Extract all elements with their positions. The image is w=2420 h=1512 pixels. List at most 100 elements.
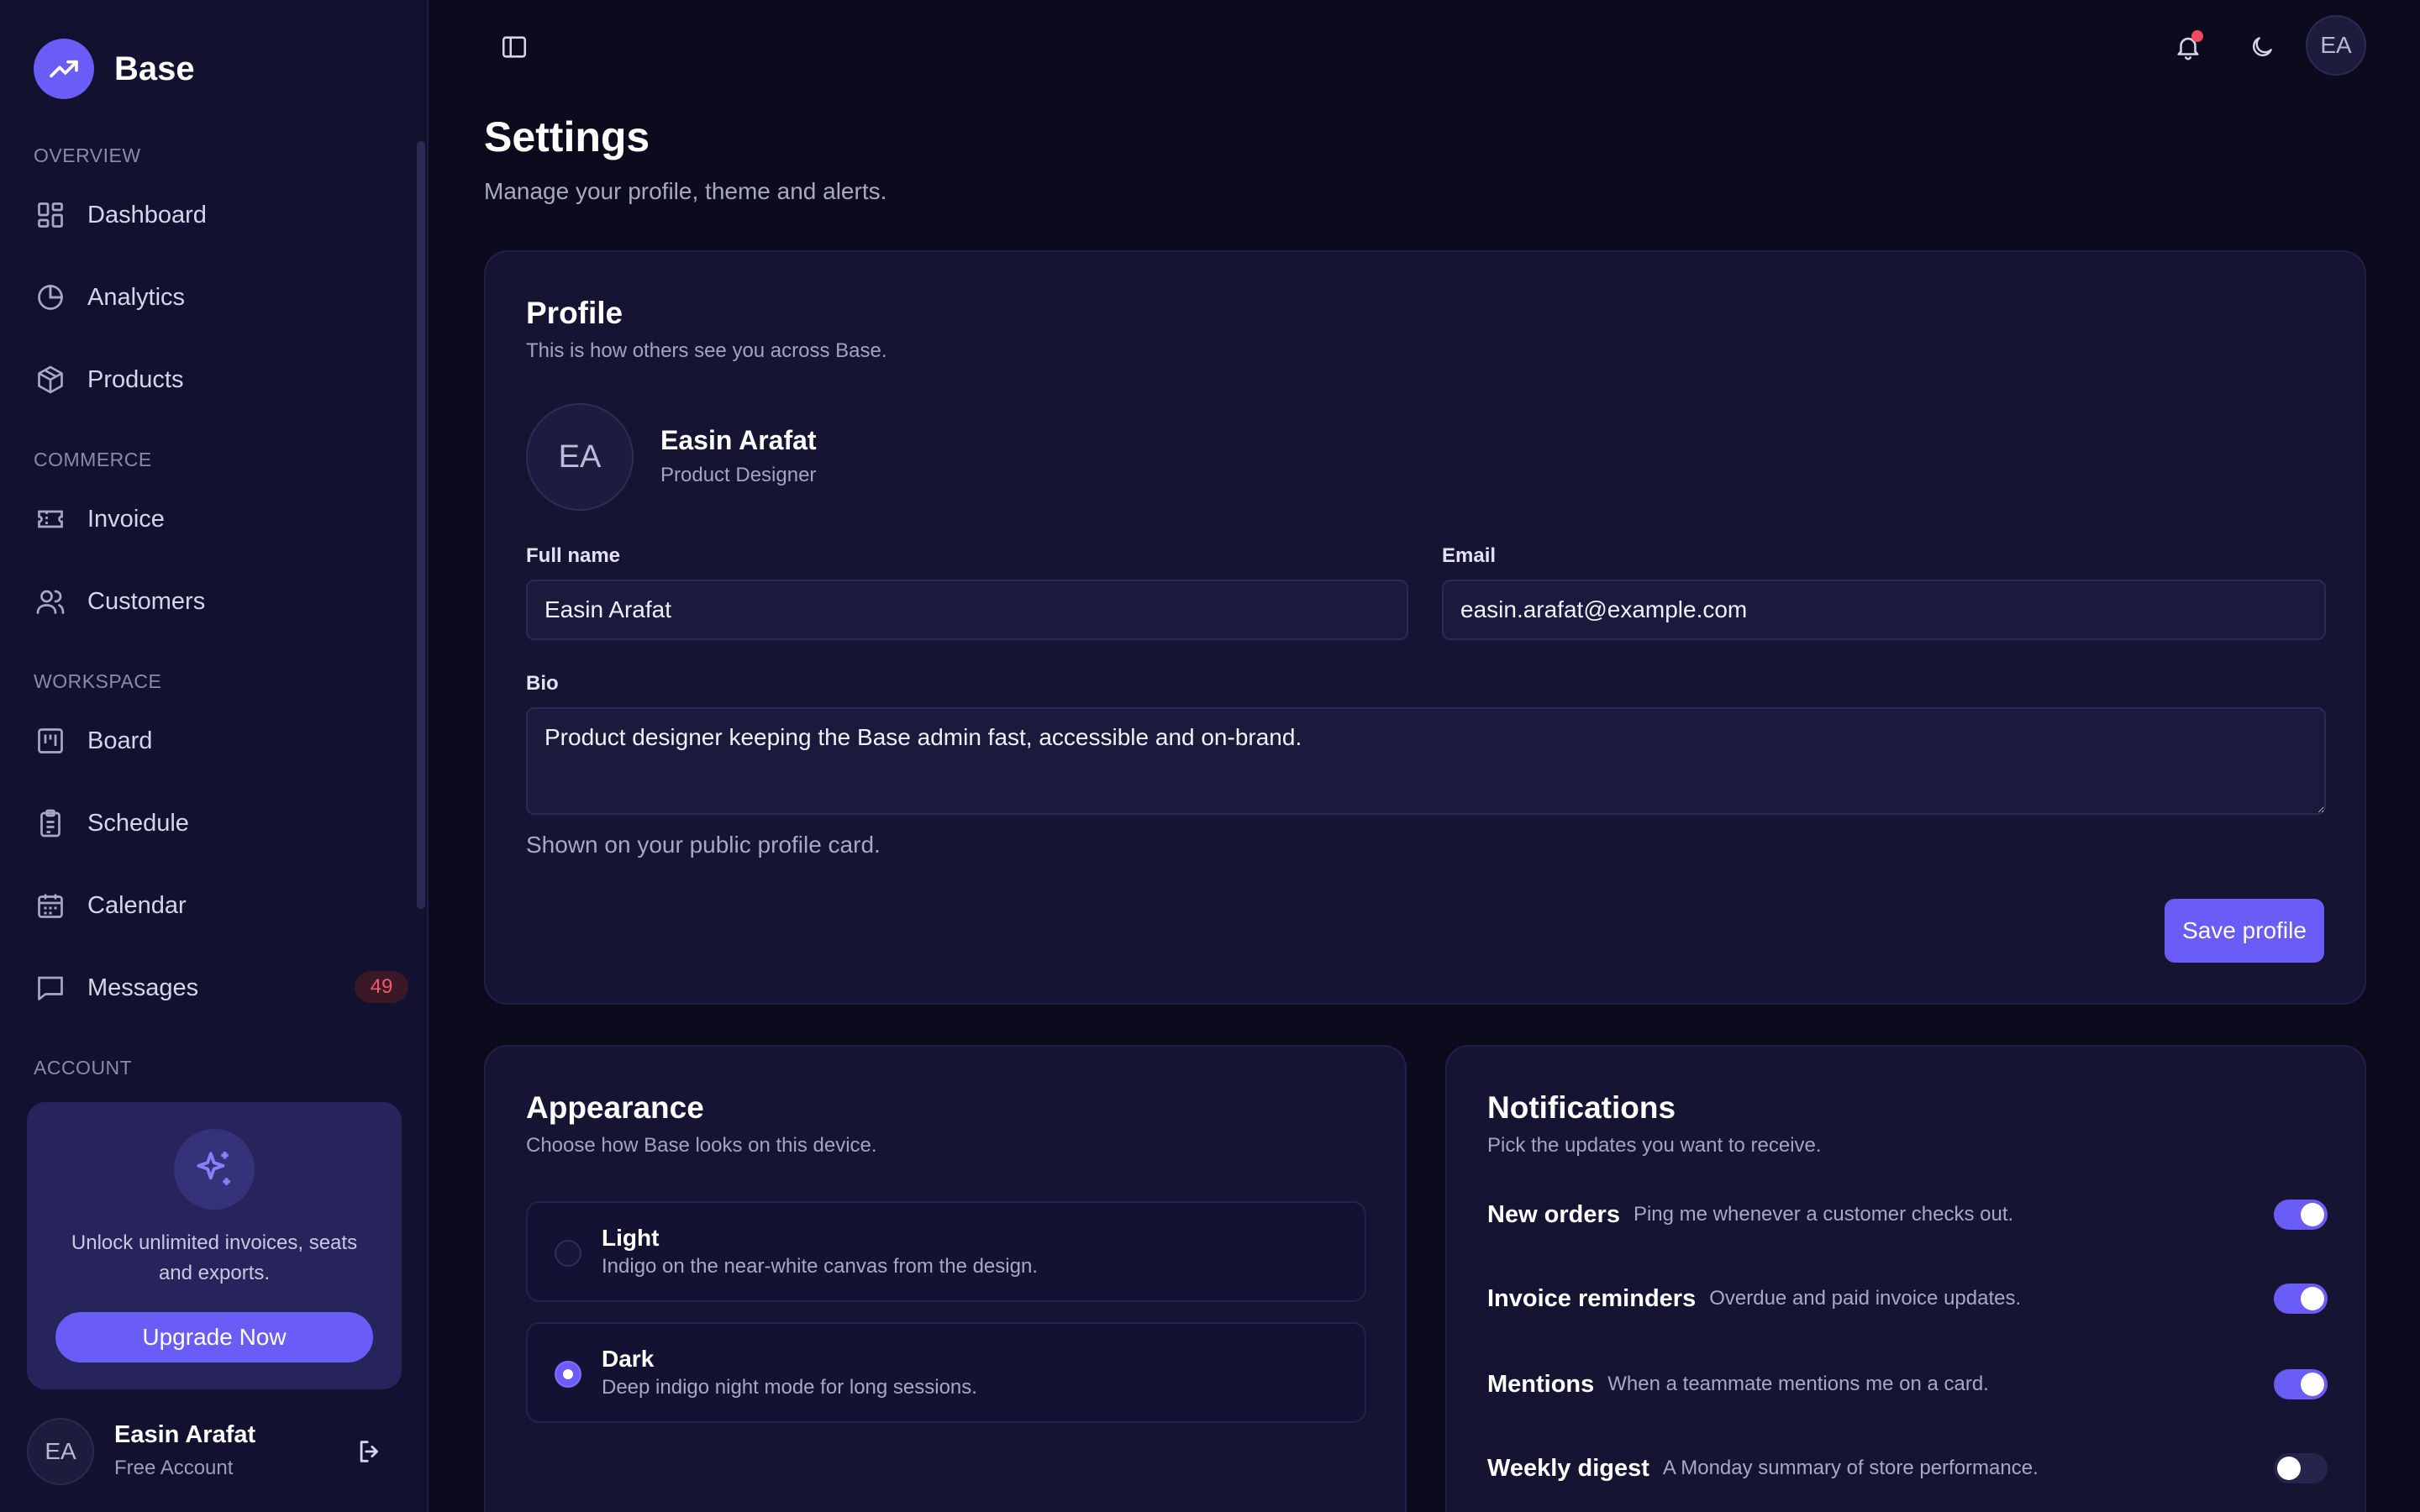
full-name-input[interactable] [526, 580, 1408, 640]
bio-hint: Shown on your public profile card. [526, 832, 881, 858]
pie-chart-icon [34, 281, 67, 314]
toggle-knob [2301, 1203, 2324, 1226]
page-title: Settings [484, 113, 650, 160]
sidebar-item-products[interactable]: Products [34, 353, 408, 407]
card-title: Profile [526, 296, 623, 330]
notification-desc: A Monday summary of store performance. [1662, 1457, 2039, 1479]
sidebar-item-messages[interactable]: Messages 49 [34, 961, 408, 1015]
notification-title: Invoice reminders [1487, 1284, 1697, 1312]
sidebar-user[interactable]: EA Easin Arafat Free Account [27, 1418, 402, 1485]
sidebar-item-label: Customers [87, 587, 206, 615]
option-desc: Indigo on the near-white canvas from the… [602, 1255, 1038, 1278]
avatar: EA [27, 1418, 94, 1485]
dashboard-icon [34, 198, 67, 232]
appearance-card: Appearance Choose how Base looks on this… [484, 1045, 1407, 1512]
notification-desc: When a teammate mentions me on a card. [1607, 1373, 1989, 1395]
notification-row-new-orders: New orders Ping me whenever a customer c… [1487, 1189, 2328, 1240]
notification-dot [2191, 30, 2203, 42]
radio-dark[interactable] [555, 1361, 581, 1388]
calendar-icon [34, 889, 67, 922]
notification-title: Weekly digest [1487, 1454, 1649, 1482]
upgrade-promo-card: Unlock unlimited invoices, seats and exp… [27, 1102, 402, 1389]
avatar[interactable]: EA [2306, 15, 2366, 76]
notification-title: New orders [1487, 1200, 1620, 1228]
moon-icon[interactable] [2242, 27, 2282, 67]
kanban-icon [34, 724, 67, 758]
sidebar-item-dashboard[interactable]: Dashboard [34, 188, 408, 242]
profile-avatar[interactable]: EA [526, 403, 634, 511]
save-profile-button[interactable]: Save profile [2165, 899, 2324, 963]
users-icon [34, 585, 67, 618]
profile-role: Product Designer [660, 464, 817, 486]
sparkles-icon [174, 1129, 255, 1210]
upgrade-now-button[interactable]: Upgrade Now [55, 1312, 373, 1362]
toggle-weekly-digest[interactable] [2274, 1453, 2328, 1483]
sidebar-item-label: Analytics [87, 283, 186, 311]
sidebar-item-label: Schedule [87, 809, 189, 837]
option-desc: Deep indigo night mode for long sessions… [602, 1376, 977, 1399]
brand[interactable]: Base [34, 39, 195, 99]
toggle-knob [2277, 1457, 2301, 1480]
logout-icon[interactable] [353, 1435, 387, 1468]
option-title: Dark [602, 1346, 655, 1372]
notification-desc: Overdue and paid invoice updates. [1709, 1287, 2022, 1310]
toggle-knob [2301, 1287, 2324, 1310]
user-name: Easin Arafat [114, 1421, 256, 1448]
sidebar-scrollbar[interactable] [417, 141, 425, 909]
sidebar-item-analytics[interactable]: Analytics [34, 270, 408, 324]
email-label: Email [1442, 544, 1497, 567]
section-label-workspace: WORKSPACE [34, 670, 162, 692]
sidebar-item-label: Board [87, 727, 153, 754]
card-title: Notifications [1487, 1090, 1676, 1125]
notification-desc: Ping me whenever a customer checks out. [1633, 1203, 2014, 1226]
card-subtitle: Pick the updates you want to receive. [1487, 1134, 1822, 1157]
notification-row-invoice-reminders: Invoice reminders Overdue and paid invoi… [1487, 1273, 2328, 1324]
bio-textarea[interactable]: Product designer keeping the Base admin … [526, 707, 2326, 815]
theme-option-light[interactable]: Light Indigo on the near-white canvas fr… [526, 1201, 1366, 1302]
notifications-card: Notifications Pick the updates you want … [1445, 1045, 2366, 1512]
profile-card: Profile This is how others see you acros… [484, 250, 2366, 1005]
trending-up-icon [34, 39, 94, 99]
card-subtitle: This is how others see you across Base. [526, 339, 887, 362]
ticket-icon [34, 502, 67, 536]
section-label-overview: OVERVIEW [34, 144, 141, 166]
section-label-account: ACCOUNT [34, 1057, 133, 1079]
toggle-new-orders[interactable] [2274, 1200, 2328, 1230]
theme-option-dark[interactable]: Dark Deep indigo night mode for long ses… [526, 1322, 1366, 1423]
sidebar-item-schedule[interactable]: Schedule [34, 796, 408, 850]
radio-light[interactable] [555, 1240, 581, 1267]
sidebar-item-label: Messages [87, 974, 199, 1001]
sidebar-item-label: Products [87, 365, 184, 393]
card-title: Appearance [526, 1090, 704, 1125]
sidebar: Base OVERVIEW Dashboard Analytics Produc… [0, 0, 429, 1512]
sidebar-item-label: Calendar [87, 891, 187, 919]
notification-title: Mentions [1487, 1370, 1595, 1398]
notification-row-mentions: Mentions When a teammate mentions me on … [1487, 1359, 2328, 1410]
sidebar-item-calendar[interactable]: Calendar [34, 879, 408, 932]
email-input[interactable] [1442, 580, 2326, 640]
sidebar-item-customers[interactable]: Customers [34, 575, 408, 628]
box-icon [34, 363, 67, 396]
card-subtitle: Choose how Base looks on this device. [526, 1134, 877, 1157]
user-plan: Free Account [114, 1457, 234, 1479]
notification-row-weekly-digest: Weekly digest A Monday summary of store … [1487, 1443, 2328, 1494]
full-name-label: Full name [526, 544, 621, 567]
profile-name: Easin Arafat [660, 425, 817, 455]
sidebar-toggle-icon[interactable] [497, 30, 531, 64]
sidebar-item-board[interactable]: Board [34, 714, 408, 768]
sidebar-item-label: Invoice [87, 505, 165, 533]
bell-icon[interactable] [2168, 27, 2208, 67]
toggle-knob [2301, 1373, 2324, 1396]
toggle-invoice-reminders[interactable] [2274, 1284, 2328, 1314]
promo-text: Unlock unlimited invoices, seats and exp… [71, 1231, 358, 1284]
messages-count-badge: 49 [355, 971, 408, 1003]
message-icon [34, 971, 67, 1005]
section-label-commerce: COMMERCE [34, 449, 152, 470]
sidebar-item-invoice[interactable]: Invoice [34, 492, 408, 546]
bio-label: Bio [526, 672, 559, 695]
brand-name: Base [114, 50, 195, 87]
clipboard-icon [34, 806, 67, 840]
option-title: Light [602, 1225, 660, 1251]
page-subtitle: Manage your profile, theme and alerts. [484, 178, 887, 204]
toggle-mentions[interactable] [2274, 1369, 2328, 1399]
